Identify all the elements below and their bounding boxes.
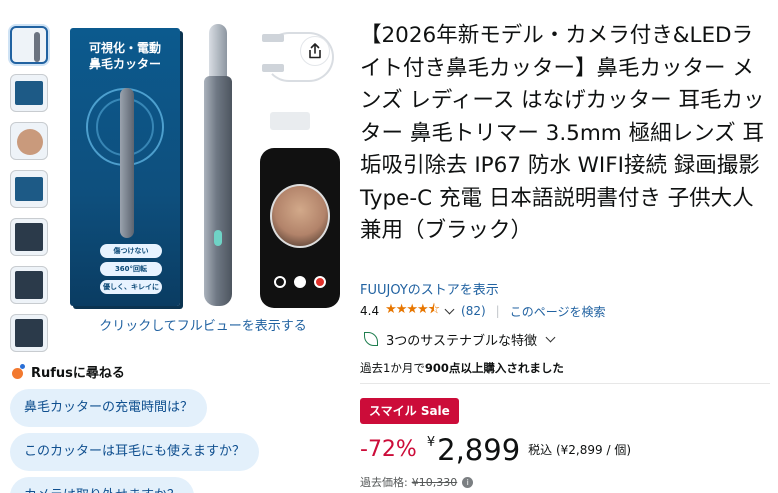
list-price-label: 過去価格: [360,476,408,489]
box-pen-graphic [120,88,134,238]
info-icon[interactable]: i [462,476,474,488]
box-title-line1: 可視化・電動 [88,41,161,55]
thumbnail-6[interactable] [10,266,48,304]
rufus-question-1[interactable]: 鼻毛カッターの充電時間は？ [10,389,208,427]
purchase-count-prefix: 過去1か月で [360,361,425,375]
phone-preview [260,148,340,308]
price-row: -72% ¥ 2,899 税込 (¥2,899 / 個) [360,432,631,468]
power-led-icon [214,230,222,246]
sustainability-label: 3つのサステナブルな特徴 [386,333,538,349]
share-button[interactable] [300,36,330,66]
sustainability-chevron-icon [545,332,556,342]
cleaning-brush [270,112,310,130]
currency-symbol: ¥ [426,435,436,450]
rufus-title: Rufusに尋ねる [31,366,125,381]
phone-control-icon-1 [274,276,286,288]
main-product-image[interactable]: 可視化・電動 鼻毛カッター 傷つけない 360°回転 優しく、キレイに [58,20,348,320]
section-divider [360,383,770,384]
sale-badge: スマイル Sale [360,398,459,424]
thumbnail-list [10,26,50,362]
trimmer-device [200,24,236,306]
thumbnail-5[interactable] [10,218,48,256]
list-price-row: 過去価格: ¥10,330 i [360,474,474,490]
usb-plug-icon [262,34,284,42]
box-title-line2: 鼻毛カッター [88,57,161,71]
box-badge-1: 傷つけない [100,244,162,258]
leaf-icon [364,332,378,346]
divider: | [495,304,500,318]
list-price-value: ¥10,330 [411,475,458,489]
record-icon [314,276,326,288]
thumbnail-3[interactable] [10,122,48,160]
thumbnail-4[interactable] [10,170,48,208]
rufus-question-3[interactable]: カメラは取り外せますか？ [10,477,195,493]
search-page-link[interactable]: このページを検索 [510,303,606,320]
discount-percent: -72% [360,437,417,462]
tax-unit-price: 税込 (¥2,899 / 個) [528,443,631,457]
box-badge-3: 優しく、キレイに [100,280,162,294]
star-rating-icon[interactable]: ★★★★⯪ [385,300,440,322]
rufus-question-2[interactable]: このカッターは耳毛にも使えますか？ [10,433,260,471]
box-badge-2: 360°回転 [100,262,162,276]
sustainability-features[interactable]: 3つのサステナブルな特徴 [360,328,562,350]
box-title: 可視化・電動 鼻毛カッター [70,40,180,72]
chevron-down-icon[interactable] [444,304,455,314]
thumbnail-1[interactable] [10,26,48,64]
fullview-link[interactable]: クリックしてフルビューを表示する [58,315,348,334]
thumbnail-2[interactable] [10,74,48,112]
review-count-link[interactable]: (82) [461,304,486,318]
purchase-count: 過去1か月で900点以上購入されました [360,360,564,376]
rating-value: 4.4 [360,304,380,318]
share-icon [309,43,321,59]
phone-control-icon-2 [294,276,306,288]
rating-row: 4.4 ★★★★⯪ (82) | このページを検索 [360,302,605,320]
store-link[interactable]: FUUJOYのストアを表示 [360,279,499,298]
thumbnail-7[interactable] [10,314,48,352]
purchase-count-bold: 900点以上購入されました [424,361,564,375]
face-camera-view [270,184,330,248]
rufus-icon [10,363,26,380]
usb-plug-icon-2 [262,64,284,72]
product-box: 可視化・電動 鼻毛カッター 傷つけない 360°回転 優しく、キレイに [70,28,180,306]
price-value: 2,899 [437,433,521,467]
rufus-header: Rufusに尋ねる [10,362,125,381]
product-title: 【2026年新モデル・カメラ付き&LEDライト付き鼻毛カッター】鼻毛カッター メ… [360,23,765,243]
